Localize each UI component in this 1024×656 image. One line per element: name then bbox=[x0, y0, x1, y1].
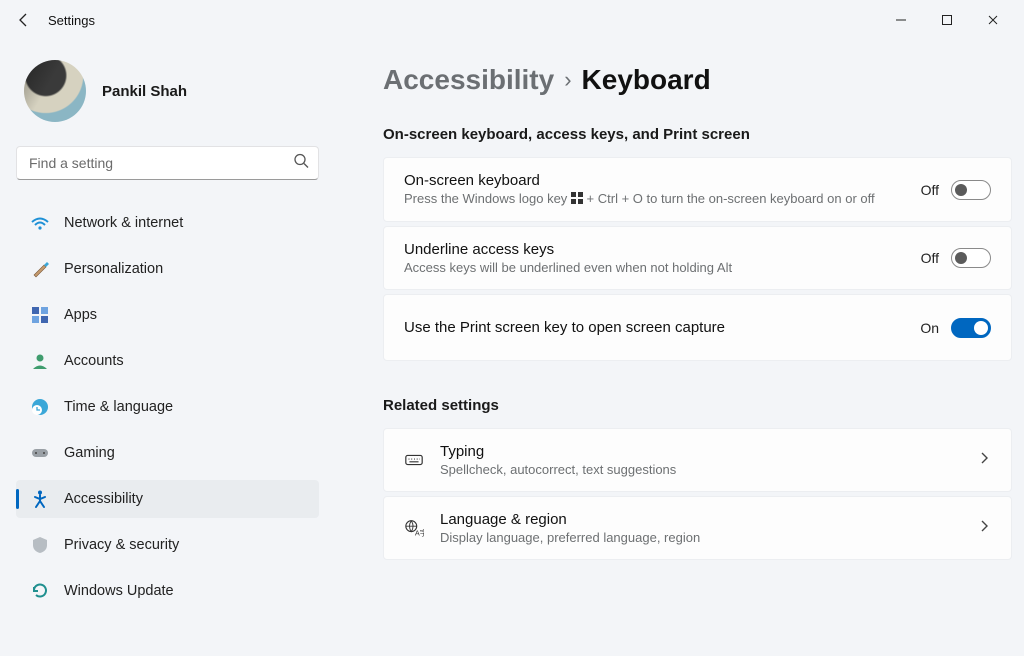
content-area: Accessibility › Keyboard On-screen keybo… bbox=[335, 40, 1024, 656]
setting-subtitle: Access keys will be underlined even when… bbox=[404, 260, 905, 275]
user-icon bbox=[30, 351, 50, 371]
sidebar-item-label: Network & internet bbox=[64, 215, 183, 231]
maximize-button[interactable] bbox=[924, 4, 970, 36]
search-input[interactable] bbox=[16, 146, 319, 180]
card-title: Language & region bbox=[440, 511, 961, 528]
setting-print-screen[interactable]: Use the Print screen key to open screen … bbox=[383, 294, 1012, 361]
section-title-onscreen: On-screen keyboard, access keys, and Pri… bbox=[383, 126, 1012, 143]
setting-onscreen-keyboard[interactable]: On-screen keyboard Press the Windows log… bbox=[383, 157, 1012, 222]
sidebar-item-privacy[interactable]: Privacy & security bbox=[16, 526, 319, 564]
page-title: Keyboard bbox=[582, 64, 711, 96]
wifi-icon bbox=[30, 213, 50, 233]
apps-icon bbox=[30, 305, 50, 325]
globe-language-icon: A字 bbox=[404, 518, 424, 538]
sidebar-item-accessibility[interactable]: Accessibility bbox=[16, 480, 319, 518]
sidebar-item-label: Time & language bbox=[64, 399, 173, 415]
setting-title: On-screen keyboard bbox=[404, 172, 905, 189]
sidebar-item-label: Gaming bbox=[64, 445, 115, 461]
sidebar-item-network[interactable]: Network & internet bbox=[16, 204, 319, 242]
setting-title: Use the Print screen key to open screen … bbox=[404, 319, 904, 336]
card-title: Typing bbox=[440, 443, 961, 460]
nav: Network & internet Personalization Apps … bbox=[16, 204, 319, 610]
keyboard-icon bbox=[404, 450, 424, 470]
sidebar-item-label: Accessibility bbox=[64, 491, 143, 507]
sidebar-item-label: Accounts bbox=[64, 353, 124, 369]
user-name: Pankil Shah bbox=[102, 83, 187, 100]
shield-icon bbox=[30, 535, 50, 555]
sidebar-item-label: Windows Update bbox=[64, 583, 174, 599]
setting-title: Underline access keys bbox=[404, 241, 905, 258]
onscreen-keyboard-toggle[interactable] bbox=[951, 180, 991, 200]
toggle-state-label: Off bbox=[921, 182, 939, 198]
chevron-right-icon bbox=[977, 519, 991, 538]
gamepad-icon bbox=[30, 443, 50, 463]
avatar bbox=[24, 60, 86, 122]
sidebar-item-time-language[interactable]: Time & language bbox=[16, 388, 319, 426]
section-title-related: Related settings bbox=[383, 397, 1012, 414]
windows-logo-icon bbox=[571, 192, 583, 207]
sidebar-item-label: Apps bbox=[64, 307, 97, 323]
breadcrumb-parent[interactable]: Accessibility bbox=[383, 64, 554, 96]
chevron-right-icon bbox=[977, 451, 991, 470]
sidebar-item-label: Personalization bbox=[64, 261, 163, 277]
update-icon bbox=[30, 581, 50, 601]
accessibility-icon bbox=[30, 489, 50, 509]
card-subtitle: Display language, preferred language, re… bbox=[440, 530, 961, 545]
sidebar-item-gaming[interactable]: Gaming bbox=[16, 434, 319, 472]
title-bar: Settings bbox=[0, 0, 1024, 40]
related-typing[interactable]: Typing Spellcheck, autocorrect, text sug… bbox=[383, 428, 1012, 492]
chevron-right-icon: › bbox=[564, 67, 571, 93]
breadcrumb: Accessibility › Keyboard bbox=[383, 64, 1012, 96]
card-subtitle: Spellcheck, autocorrect, text suggestion… bbox=[440, 462, 961, 477]
window-title: Settings bbox=[48, 13, 95, 28]
sidebar-item-accounts[interactable]: Accounts bbox=[16, 342, 319, 380]
related-language-region[interactable]: A字 Language & region Display language, p… bbox=[383, 496, 1012, 560]
clock-globe-icon bbox=[30, 397, 50, 417]
sidebar-item-personalization[interactable]: Personalization bbox=[16, 250, 319, 288]
underline-access-keys-toggle[interactable] bbox=[951, 248, 991, 268]
minimize-button[interactable] bbox=[878, 4, 924, 36]
print-screen-toggle[interactable] bbox=[951, 318, 991, 338]
toggle-state-label: On bbox=[920, 320, 939, 336]
sidebar-item-update[interactable]: Windows Update bbox=[16, 572, 319, 610]
brush-icon bbox=[30, 259, 50, 279]
close-button[interactable] bbox=[970, 4, 1016, 36]
back-button[interactable] bbox=[8, 4, 40, 36]
sidebar-item-apps[interactable]: Apps bbox=[16, 296, 319, 334]
user-card[interactable]: Pankil Shah bbox=[24, 60, 319, 122]
search-icon bbox=[293, 153, 309, 174]
svg-text:A字: A字 bbox=[415, 528, 424, 537]
search-wrap bbox=[16, 146, 319, 180]
toggle-state-label: Off bbox=[921, 250, 939, 266]
sidebar-item-label: Privacy & security bbox=[64, 537, 179, 553]
setting-underline-access-keys[interactable]: Underline access keys Access keys will b… bbox=[383, 226, 1012, 290]
sidebar: Pankil Shah Network & internet Personali… bbox=[0, 40, 335, 656]
setting-subtitle: Press the Windows logo key + Ctrl + O to… bbox=[404, 191, 905, 207]
